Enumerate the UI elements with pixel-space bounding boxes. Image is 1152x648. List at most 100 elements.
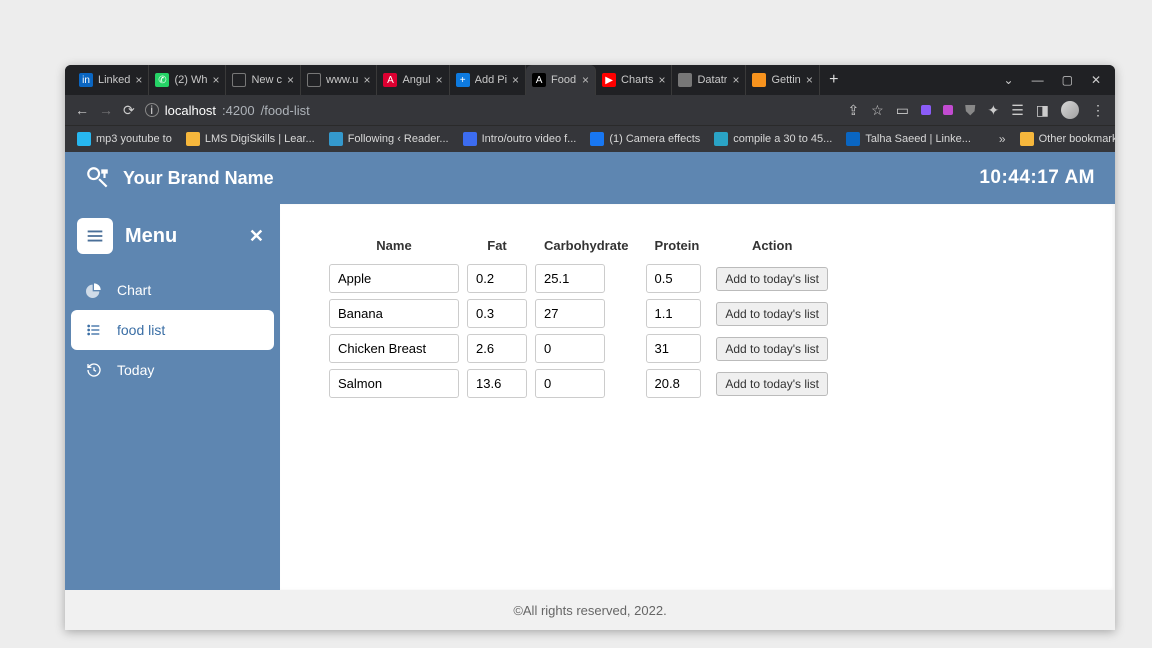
folder-icon <box>1020 132 1034 146</box>
reading-list-icon[interactable]: ☰ <box>1011 102 1024 119</box>
fat-input[interactable] <box>467 264 527 293</box>
github-icon <box>678 73 692 87</box>
browser-tab[interactable]: AAngul× <box>377 65 449 95</box>
bookmark-item[interactable]: Talha Saeed | Linke... <box>846 132 971 146</box>
maximize-icon[interactable]: ▢ <box>1062 73 1073 87</box>
bookmark-item[interactable]: Intro/outro video f... <box>463 132 577 146</box>
add-to-today-button[interactable]: Add to today's list <box>716 302 828 326</box>
close-icon[interactable]: × <box>212 73 219 87</box>
close-icon[interactable]: × <box>363 73 370 87</box>
protein-input[interactable] <box>646 334 701 363</box>
col-protein: Protein <box>645 232 710 259</box>
protein-input[interactable] <box>646 369 701 398</box>
forward-icon[interactable]: → <box>99 102 113 119</box>
history-icon <box>85 362 103 378</box>
carb-input[interactable] <box>535 299 605 328</box>
back-icon[interactable]: ← <box>75 102 89 119</box>
cast-icon[interactable]: ▭ <box>896 102 909 119</box>
col-action: Action <box>715 232 829 259</box>
add-to-today-button[interactable]: Add to today's list <box>716 337 828 361</box>
star-icon[interactable]: ☆ <box>871 102 884 119</box>
download-icon <box>77 132 91 146</box>
profile-avatar[interactable] <box>1061 101 1079 119</box>
add-to-today-button[interactable]: Add to today's list <box>716 267 828 291</box>
close-icon[interactable]: × <box>287 73 294 87</box>
overflow-icon[interactable]: » <box>999 132 1006 146</box>
browser-tab[interactable]: www.u× <box>301 65 377 95</box>
sidebar-item-food-list[interactable]: food list <box>71 310 274 350</box>
food-name-input[interactable] <box>329 369 459 398</box>
menu-title: Menu <box>125 225 237 248</box>
bookmark-item[interactable]: (1) Camera effects <box>590 132 700 146</box>
bookmark-item[interactable]: LMS DigiSkills | Lear... <box>186 132 315 146</box>
youtube-icon: ▶ <box>602 73 616 87</box>
close-icon[interactable]: × <box>512 73 519 87</box>
shield-icon[interactable]: ⛊ <box>965 102 976 119</box>
main-content: Name Fat Carbohydrate Protein Action Add… <box>280 204 1115 590</box>
wordpress-icon <box>329 132 343 146</box>
whatsapp-icon: ✆ <box>155 73 169 87</box>
browser-tab[interactable]: Gettin× <box>746 65 819 95</box>
new-tab-button[interactable]: + <box>820 65 848 95</box>
piechart-icon <box>85 282 103 298</box>
kebab-icon[interactable]: ⋮ <box>1091 102 1105 119</box>
puzzle-icon[interactable]: ✦ <box>987 102 999 119</box>
chevron-down-icon[interactable]: ⌄ <box>1004 73 1014 87</box>
close-icon[interactable]: × <box>806 73 813 87</box>
browser-tabstrip: inLinked× ✆(2) Wh× New c× www.u× AAngul×… <box>65 65 1115 95</box>
brand-name: Your Brand Name <box>123 168 274 189</box>
protein-input[interactable] <box>646 299 701 328</box>
sidebar-item-label: Chart <box>117 282 151 298</box>
sidebar-item-today[interactable]: Today <box>71 350 274 390</box>
browser-tab[interactable]: inLinked× <box>73 65 149 95</box>
brand-logo-icon <box>85 165 111 191</box>
close-icon[interactable]: × <box>436 73 443 87</box>
footer: ©All rights reserved, 2022. <box>65 590 1115 630</box>
food-name-input[interactable] <box>329 299 459 328</box>
bookmark-item[interactable]: mp3 youtube to <box>77 132 172 146</box>
url-input[interactable]: i localhost:4200/food-list <box>145 103 838 118</box>
browser-tab[interactable]: +Add Pi× <box>450 65 526 95</box>
bookmark-item[interactable]: Following ‹ Reader... <box>329 132 449 146</box>
table-row: Add to today's list <box>328 368 829 399</box>
close-window-icon[interactable]: ✕ <box>1091 73 1101 87</box>
close-icon[interactable]: × <box>658 73 665 87</box>
fat-input[interactable] <box>467 369 527 398</box>
browser-tab[interactable]: Datatr× <box>672 65 746 95</box>
sidebar: Menu ✕ Chart food list <box>65 204 280 590</box>
close-menu-icon[interactable]: ✕ <box>249 226 264 247</box>
close-icon[interactable]: × <box>582 73 589 87</box>
bookmark-item[interactable]: compile a 30 to 45... <box>714 132 832 146</box>
table-row: Add to today's list <box>328 333 829 364</box>
fat-input[interactable] <box>467 334 527 363</box>
browser-tab[interactable]: New c× <box>226 65 301 95</box>
share-icon[interactable]: ⇪ <box>847 102 859 119</box>
browser-tab[interactable]: ▶Charts× <box>596 65 672 95</box>
protein-input[interactable] <box>646 264 701 293</box>
carb-input[interactable] <box>535 334 605 363</box>
add-to-today-button[interactable]: Add to today's list <box>716 372 828 396</box>
facebook-icon <box>590 132 604 146</box>
col-carb: Carbohydrate <box>534 232 639 259</box>
ext-icon[interactable] <box>943 105 953 115</box>
panel-icon[interactable]: ◨ <box>1036 102 1049 119</box>
list-icon <box>85 322 103 338</box>
food-name-input[interactable] <box>329 264 459 293</box>
close-icon[interactable]: × <box>732 73 739 87</box>
browser-tab-active[interactable]: AFood× <box>526 65 596 95</box>
col-fat: Fat <box>466 232 528 259</box>
browser-tab[interactable]: ✆(2) Wh× <box>149 65 226 95</box>
food-name-input[interactable] <box>329 334 459 363</box>
carb-input[interactable] <box>535 264 605 293</box>
close-icon[interactable]: × <box>135 73 142 87</box>
reload-icon[interactable]: ⟳ <box>123 102 135 119</box>
minimize-icon[interactable]: — <box>1032 73 1044 87</box>
url-host: localhost <box>165 103 216 118</box>
info-icon: i <box>145 103 159 117</box>
carb-input[interactable] <box>535 369 605 398</box>
ext-icon[interactable] <box>921 105 931 115</box>
sidebar-item-chart[interactable]: Chart <box>71 270 274 310</box>
fat-input[interactable] <box>467 299 527 328</box>
address-bar: ← → ⟳ i localhost:4200/food-list ⇪ ☆ ▭ ⛊… <box>65 95 1115 125</box>
other-bookmarks[interactable]: Other bookmarks <box>1020 132 1115 146</box>
